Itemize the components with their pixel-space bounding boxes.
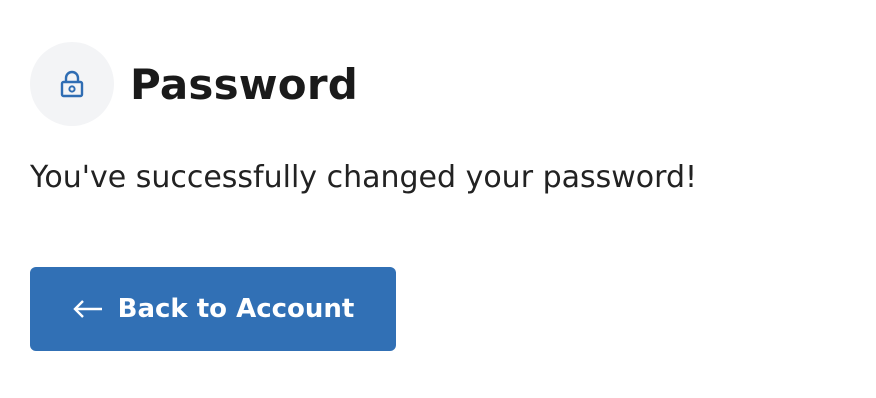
password-success-page: Password You've successfully changed you…: [0, 0, 876, 398]
page-header: Password: [30, 42, 358, 126]
back-button-label: Back to Account: [117, 294, 355, 324]
arrow-left-icon: [72, 298, 104, 320]
page-title: Password: [130, 59, 359, 109]
success-message: You've successfully changed your passwor…: [30, 160, 698, 195]
lock-icon: [60, 70, 84, 98]
back-to-account-button[interactable]: Back to Account: [30, 267, 396, 351]
lock-icon-badge: [30, 42, 114, 126]
